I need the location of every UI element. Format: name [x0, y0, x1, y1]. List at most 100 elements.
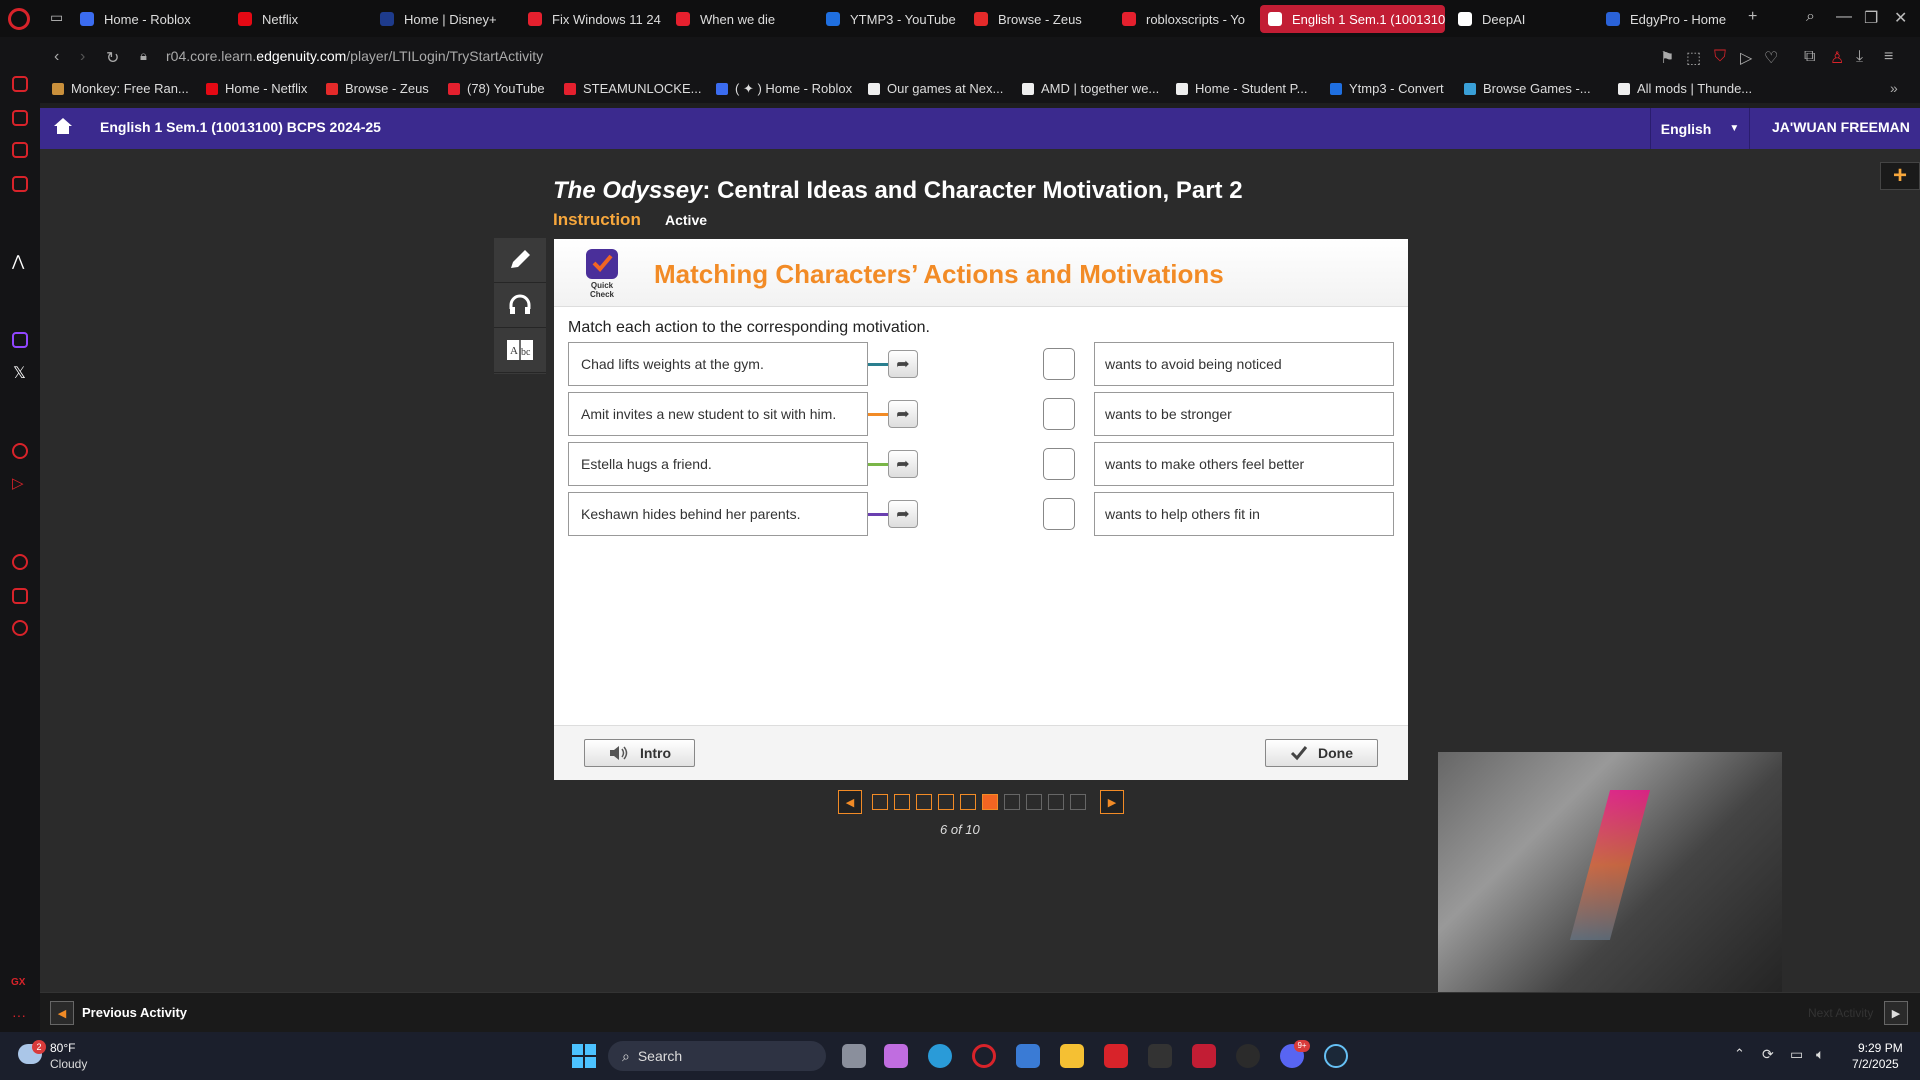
tab-instruction[interactable]: Instruction	[553, 210, 641, 230]
file-explorer-icon[interactable]	[1060, 1044, 1084, 1068]
profile-icon[interactable]: ♙	[1830, 48, 1844, 68]
search-tabs-icon[interactable]: ⌕	[1806, 8, 1815, 26]
bookmark-item[interactable]: Ytmp3 - Convert	[1330, 81, 1444, 96]
home-icon[interactable]	[53, 116, 73, 136]
edge-icon[interactable]	[928, 1044, 952, 1068]
page-square[interactable]	[1070, 794, 1086, 810]
expand-plus-button[interactable]: +	[1880, 162, 1920, 190]
bookmark-item[interactable]: STEAMUNLOCKE...	[564, 81, 701, 96]
opera-taskbar-icon[interactable]	[972, 1044, 996, 1068]
steam-icon[interactable]	[1324, 1044, 1348, 1068]
close-window-icon[interactable]: ✕	[1894, 8, 1907, 28]
snapshot-icon[interactable]: ⬚	[1686, 48, 1701, 68]
drag-arrow-icon[interactable]: ➦	[888, 350, 918, 378]
browser-tab[interactable]: robloxscripts - Yo	[1114, 5, 1260, 33]
clock-date[interactable]: 7/2/2025	[1852, 1057, 1899, 1071]
sidebar-x-icon[interactable]: 𝕏	[13, 363, 26, 383]
sidebar-crypto-icon[interactable]	[12, 110, 28, 126]
bookmark-item[interactable]: ( ✦ ) Home - Roblox	[716, 81, 852, 97]
more-bookmarks-icon[interactable]: »	[1890, 80, 1898, 96]
page-square[interactable]	[1004, 794, 1020, 810]
browser-tab[interactable]: Browse - Zeus	[966, 5, 1112, 33]
drop-target-box[interactable]	[1043, 448, 1075, 480]
heart-icon[interactable]: ♡	[1764, 48, 1778, 68]
page-square[interactable]	[938, 794, 954, 810]
headphones-icon[interactable]	[494, 283, 546, 328]
bookmark-icon[interactable]: ⚑	[1660, 48, 1674, 68]
action-box[interactable]: Chad lifts weights at the gym.	[568, 342, 868, 386]
dictionary-icon[interactable]: Abc	[494, 328, 546, 373]
next-activity-icon[interactable]: ▶	[1884, 1001, 1908, 1025]
bookmark-item[interactable]: Our games at Nex...	[868, 81, 1003, 96]
back-icon[interactable]: ‹	[54, 48, 59, 66]
drag-arrow-icon[interactable]: ➦	[888, 500, 918, 528]
browser-tab[interactable]: English 1 Sem.1 (10013100	[1260, 5, 1445, 33]
sidebar-twitch-icon[interactable]	[12, 332, 28, 348]
action-box[interactable]: Estella hugs a friend.	[568, 442, 868, 486]
minimize-icon[interactable]: —	[1836, 8, 1852, 26]
sidebar-aria-icon[interactable]	[12, 76, 28, 92]
bookmark-item[interactable]: AMD | together we...	[1022, 81, 1159, 96]
intro-button[interactable]: Intro	[584, 739, 695, 767]
browser-tab[interactable]: Netflix	[230, 5, 376, 33]
action-box[interactable]: Amit invites a new student to sit with h…	[568, 392, 868, 436]
page-square[interactable]	[872, 794, 888, 810]
start-icon[interactable]	[572, 1044, 596, 1068]
sidebar-twitch-like-icon[interactable]	[12, 142, 28, 158]
sidebar-history-icon[interactable]	[12, 554, 28, 570]
download-icon[interactable]: ⤓	[1856, 48, 1863, 66]
new-tab-icon[interactable]: +	[1748, 8, 1757, 26]
opera-logo-icon[interactable]	[8, 8, 30, 30]
page-square[interactable]	[960, 794, 976, 810]
extensions-icon[interactable]: ⧉	[1804, 48, 1815, 66]
next-activity-label[interactable]: Next Activity	[1808, 1006, 1873, 1020]
menu-icon[interactable]: ≡	[1884, 48, 1893, 66]
tab-active[interactable]: Active	[665, 212, 707, 228]
page-square[interactable]	[916, 794, 932, 810]
sidebar-more-icon[interactable]: ···	[12, 1007, 26, 1023]
forward-icon[interactable]: ›	[80, 48, 85, 66]
tab-workspace-icon[interactable]: ▭	[50, 9, 63, 26]
game-app-icon[interactable]	[1104, 1044, 1128, 1068]
task-view-icon[interactable]	[842, 1044, 866, 1068]
browser-tab[interactable]: Home - Roblox	[72, 5, 218, 33]
volume-icon[interactable]: 🔈︎	[1816, 1046, 1824, 1063]
bookmark-item[interactable]: Home - Netflix	[206, 81, 307, 96]
store-icon[interactable]	[1016, 1044, 1040, 1068]
url-field[interactable]: r04.core.learn.edgenuity.com/player/LTIL…	[166, 48, 543, 64]
drag-arrow-icon[interactable]: ➦	[888, 450, 918, 478]
play-icon[interactable]: ▷	[1740, 48, 1752, 68]
bookmark-item[interactable]: Browse Games -...	[1464, 81, 1591, 96]
mouse-app-icon[interactable]	[1148, 1044, 1172, 1068]
page-square[interactable]	[1026, 794, 1042, 810]
sidebar-settings-icon[interactable]	[12, 620, 28, 636]
previous-activity-icon[interactable]: ◀	[50, 1001, 74, 1025]
language-select[interactable]: English ▼	[1650, 108, 1750, 149]
previous-activity-label[interactable]: Previous Activity	[82, 1005, 187, 1020]
x-app-icon[interactable]	[1192, 1044, 1216, 1068]
sidebar-extensions-icon[interactable]	[12, 588, 28, 604]
drag-arrow-icon[interactable]: ➦	[888, 400, 918, 428]
maximize-icon[interactable]: ❐	[1864, 8, 1878, 28]
action-box[interactable]: Keshawn hides behind her parents.	[568, 492, 868, 536]
pencil-icon[interactable]	[494, 238, 546, 283]
sidebar-player-icon[interactable]	[12, 443, 28, 459]
shield-icon[interactable]: ⛉	[1714, 48, 1726, 66]
clock-time[interactable]: 9:29 PM	[1858, 1041, 1903, 1055]
browser-tab[interactable]: EdgyPro - Home	[1598, 5, 1744, 33]
sidebar-messenger-icon[interactable]	[12, 176, 28, 192]
g-app-icon[interactable]	[1236, 1044, 1260, 1068]
network-icon[interactable]: ▭	[1790, 1046, 1803, 1063]
browser-tab[interactable]: When we die	[668, 5, 814, 33]
tray-chevron-icon[interactable]: ⌃	[1734, 1046, 1745, 1062]
sidebar-app-icon[interactable]: ⋀	[12, 252, 24, 270]
pager-prev-button[interactable]: ◀	[838, 790, 862, 814]
drop-target-box[interactable]	[1043, 348, 1075, 380]
user-name[interactable]: JA'WUAN FREEMAN	[1772, 119, 1910, 135]
browser-tab[interactable]: Home | Disney+	[372, 5, 518, 33]
pager-next-button[interactable]: ▶	[1100, 790, 1124, 814]
browser-tab[interactable]: YTMP3 - YouTube	[818, 5, 964, 33]
done-button[interactable]: Done	[1265, 739, 1378, 767]
sync-icon[interactable]: ⟳	[1762, 1046, 1774, 1063]
bookmark-item[interactable]: Monkey: Free Ran...	[52, 81, 189, 96]
